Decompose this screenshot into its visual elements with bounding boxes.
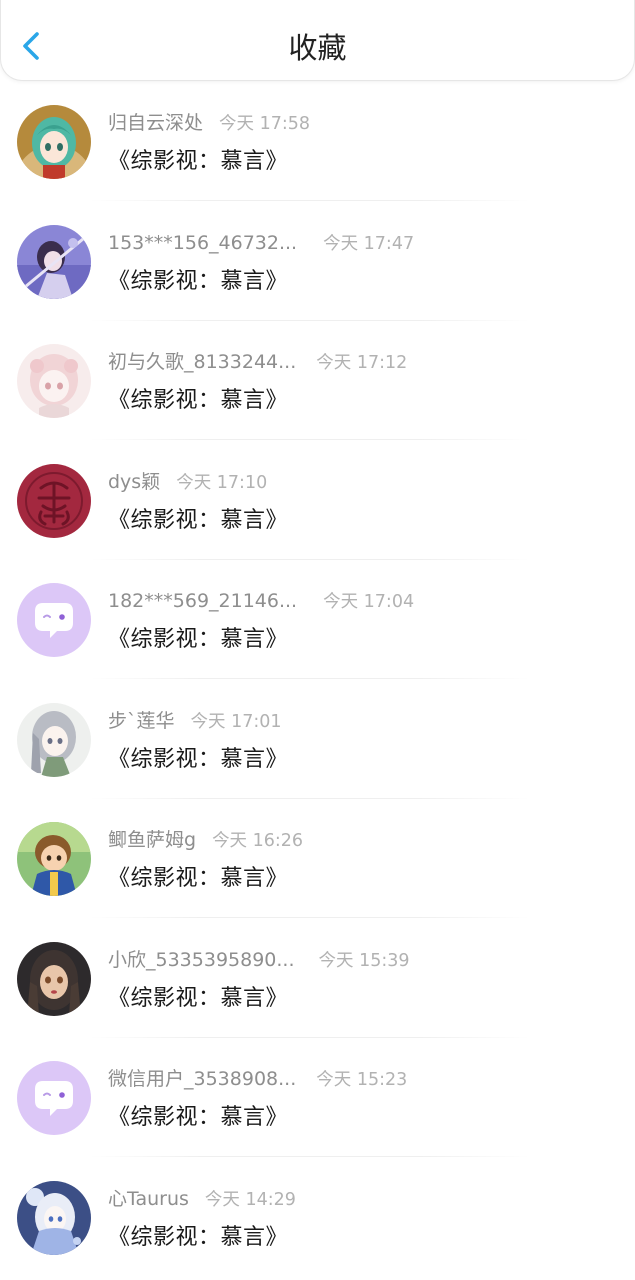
avatar[interactable] bbox=[17, 105, 91, 179]
username: 心Taurus bbox=[108, 1187, 189, 1210]
avatar[interactable] bbox=[17, 344, 91, 418]
username: 步`莲华 bbox=[108, 709, 175, 732]
book-title[interactable]: 《综影视：慕言》 bbox=[108, 1222, 288, 1254]
item-meta: 初与久歌_8133244... 今天 17:12 bbox=[108, 349, 407, 375]
book-title[interactable]: 《综影视：慕言》 bbox=[108, 385, 288, 417]
timestamp: 今天 16:26 bbox=[212, 831, 304, 851]
avatar[interactable] bbox=[17, 1061, 91, 1135]
username: 182***569_21146... bbox=[108, 590, 298, 612]
item-meta: 归自云深处 今天 17:58 bbox=[108, 110, 310, 136]
timestamp: 今天 17:47 bbox=[323, 233, 415, 254]
list-item[interactable]: 微信用户_3538908... 今天 15:23 《综影视：慕言》 bbox=[0, 1038, 635, 1158]
book-title[interactable]: 《综影视：慕言》 bbox=[108, 624, 288, 656]
timestamp: 今天 15:23 bbox=[316, 1070, 408, 1090]
list-item[interactable]: 鲫鱼萨姆g 今天 16:26 《综影视：慕言》 bbox=[0, 799, 635, 919]
avatar[interactable] bbox=[17, 224, 91, 299]
list-item[interactable]: 步`莲华 今天 17:01 《综影视：慕言》 bbox=[0, 680, 635, 800]
top-bar: 收藏 bbox=[0, 0, 635, 81]
username: dys颖 bbox=[108, 470, 161, 493]
list-item[interactable]: dys颖 今天 17:10 《综影视：慕言》 bbox=[0, 441, 635, 561]
username: 小欣_5335395890... bbox=[108, 948, 295, 971]
item-meta: 鲫鱼萨姆g 今天 16:26 bbox=[108, 827, 303, 853]
timestamp: 今天 17:10 bbox=[176, 472, 268, 493]
book-title[interactable]: 《综影视：慕言》 bbox=[108, 744, 288, 776]
username: 鲫鱼萨姆g bbox=[108, 829, 197, 851]
item-meta: 153***156_46732... 今天 17:47 bbox=[108, 230, 414, 256]
favorites-list: 归自云深处 今天 17:58 《综影视：慕言》 153***156_46732..… bbox=[0, 82, 635, 1277]
avatar[interactable] bbox=[17, 1180, 91, 1255]
username: 初与久歌_8133244... bbox=[108, 351, 297, 373]
item-meta: 微信用户_3538908... 今天 15:23 bbox=[108, 1066, 407, 1092]
book-title[interactable]: 《综影视：慕言》 bbox=[108, 266, 288, 298]
list-item[interactable]: 182***569_21146... 今天 17:04 《综影视：慕言》 bbox=[0, 560, 635, 680]
timestamp: 今天 14:29 bbox=[204, 1189, 296, 1210]
list-item[interactable]: 153***156_46732... 今天 17:47 《综影视：慕言》 bbox=[0, 202, 635, 322]
list-item[interactable]: 初与久歌_8133244... 今天 17:12 《综影视：慕言》 bbox=[0, 321, 635, 441]
avatar[interactable] bbox=[17, 583, 91, 657]
item-meta: 182***569_21146... 今天 17:04 bbox=[108, 588, 414, 614]
chat-bubble-icon bbox=[17, 583, 91, 657]
timestamp: 今天 17:12 bbox=[316, 353, 408, 373]
item-meta: 心Taurus 今天 14:29 bbox=[108, 1186, 296, 1212]
avatar[interactable] bbox=[17, 822, 91, 896]
list-item[interactable]: 归自云深处 今天 17:58 《综影视：慕言》 bbox=[0, 82, 635, 202]
username: 微信用户_3538908... bbox=[108, 1068, 297, 1090]
timestamp: 今天 17:58 bbox=[219, 114, 311, 134]
book-title[interactable]: 《综影视：慕言》 bbox=[108, 1102, 288, 1134]
book-title[interactable]: 《综影视：慕言》 bbox=[108, 505, 288, 537]
avatar[interactable] bbox=[17, 463, 91, 538]
list-item[interactable]: 心Taurus 今天 14:29 《综影视：慕言》 bbox=[0, 1158, 635, 1278]
item-meta: 步`莲华 今天 17:01 bbox=[108, 708, 282, 734]
timestamp: 今天 17:01 bbox=[190, 711, 282, 732]
username: 153***156_46732... bbox=[108, 231, 298, 254]
page-title: 收藏 bbox=[288, 31, 347, 65]
list-item[interactable]: 小欣_5335395890... 今天 15:39 《综影视：慕言》 bbox=[0, 919, 635, 1039]
item-meta: dys颖 今天 17:10 bbox=[108, 469, 267, 495]
book-title[interactable]: 《综影视：慕言》 bbox=[108, 983, 288, 1015]
book-title[interactable]: 《综影视：慕言》 bbox=[108, 146, 288, 178]
username: 归自云深处 bbox=[108, 112, 204, 134]
avatar[interactable] bbox=[17, 702, 91, 777]
timestamp: 今天 15:39 bbox=[318, 950, 410, 971]
book-title[interactable]: 《综影视：慕言》 bbox=[108, 863, 288, 895]
timestamp: 今天 17:04 bbox=[323, 592, 415, 612]
chat-bubble-icon bbox=[17, 1061, 91, 1135]
avatar[interactable] bbox=[17, 941, 91, 1016]
item-meta: 小欣_5335395890... 今天 15:39 bbox=[108, 947, 410, 973]
